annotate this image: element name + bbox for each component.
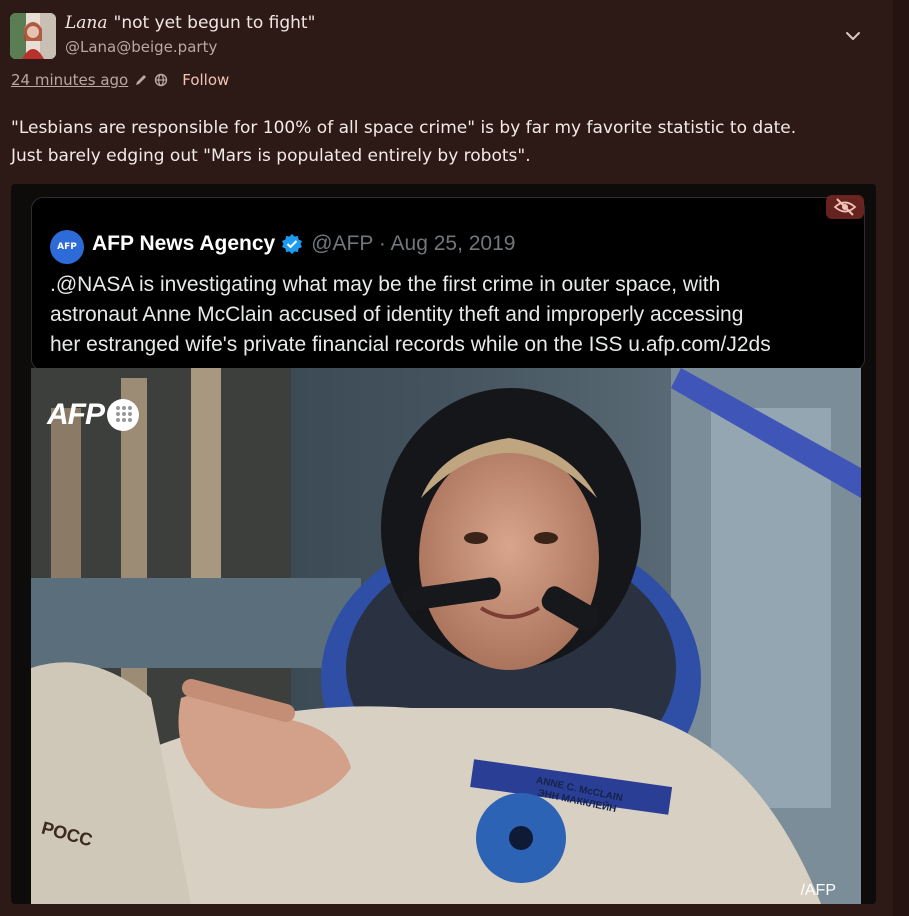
tweet-header: AFP News Agency @AFP · Aug 25, 2019 bbox=[92, 232, 515, 256]
avatar[interactable] bbox=[10, 13, 56, 59]
media-attachment[interactable]: AFP AFP News Agency @AFP · Aug 25, 2019 … bbox=[11, 184, 876, 904]
author-handle[interactable]: @Lana@beige.party bbox=[65, 38, 217, 56]
embedded-tweet: AFP AFP News Agency @AFP · Aug 25, 2019 … bbox=[31, 197, 865, 371]
chevron-down-icon[interactable] bbox=[840, 24, 866, 48]
author-name[interactable]: Lana "not yet begun to fight" bbox=[65, 13, 315, 33]
display-name-suffix: "not yet begun to fight" bbox=[113, 13, 316, 33]
tweet-line: astronaut Anne McClain accused of identi… bbox=[50, 303, 744, 326]
tweet-line: .@NASA is investigating what may be the … bbox=[50, 273, 721, 296]
follow-button[interactable]: Follow bbox=[182, 71, 229, 89]
display-name[interactable]: Lana bbox=[65, 13, 108, 33]
timestamp-link[interactable]: 24 minutes ago bbox=[11, 71, 128, 89]
tweet-account-name: AFP News Agency bbox=[92, 232, 276, 255]
tweet-body: .@NASA is investigating what may be the … bbox=[50, 270, 850, 360]
afp-logo-text: AFP bbox=[47, 398, 105, 431]
astronaut-photo bbox=[31, 368, 861, 904]
post-body-line: Just barely edging out "Mars is populate… bbox=[11, 146, 531, 166]
afp-logo: AFP bbox=[47, 398, 140, 432]
tweet-avatar: AFP bbox=[50, 230, 84, 264]
post-card: Lana "not yet begun to fight" @Lana@beige… bbox=[0, 0, 893, 916]
pencil-icon bbox=[134, 73, 148, 87]
post-meta: 24 minutes ago Follow bbox=[11, 71, 229, 89]
scrollbar[interactable] bbox=[893, 0, 909, 916]
post-body-line: "Lesbians are responsible for 100% of al… bbox=[11, 118, 797, 138]
globe-icon bbox=[154, 73, 168, 87]
tweet-line: her estranged wife's private financial r… bbox=[50, 333, 771, 356]
photo-credit: /AFP bbox=[800, 882, 836, 899]
eye-slash-icon[interactable] bbox=[826, 195, 864, 219]
tweet-meta: @AFP · Aug 25, 2019 bbox=[311, 232, 516, 255]
post-body: "Lesbians are responsible for 100% of al… bbox=[11, 114, 881, 170]
verified-badge-icon bbox=[281, 233, 303, 255]
